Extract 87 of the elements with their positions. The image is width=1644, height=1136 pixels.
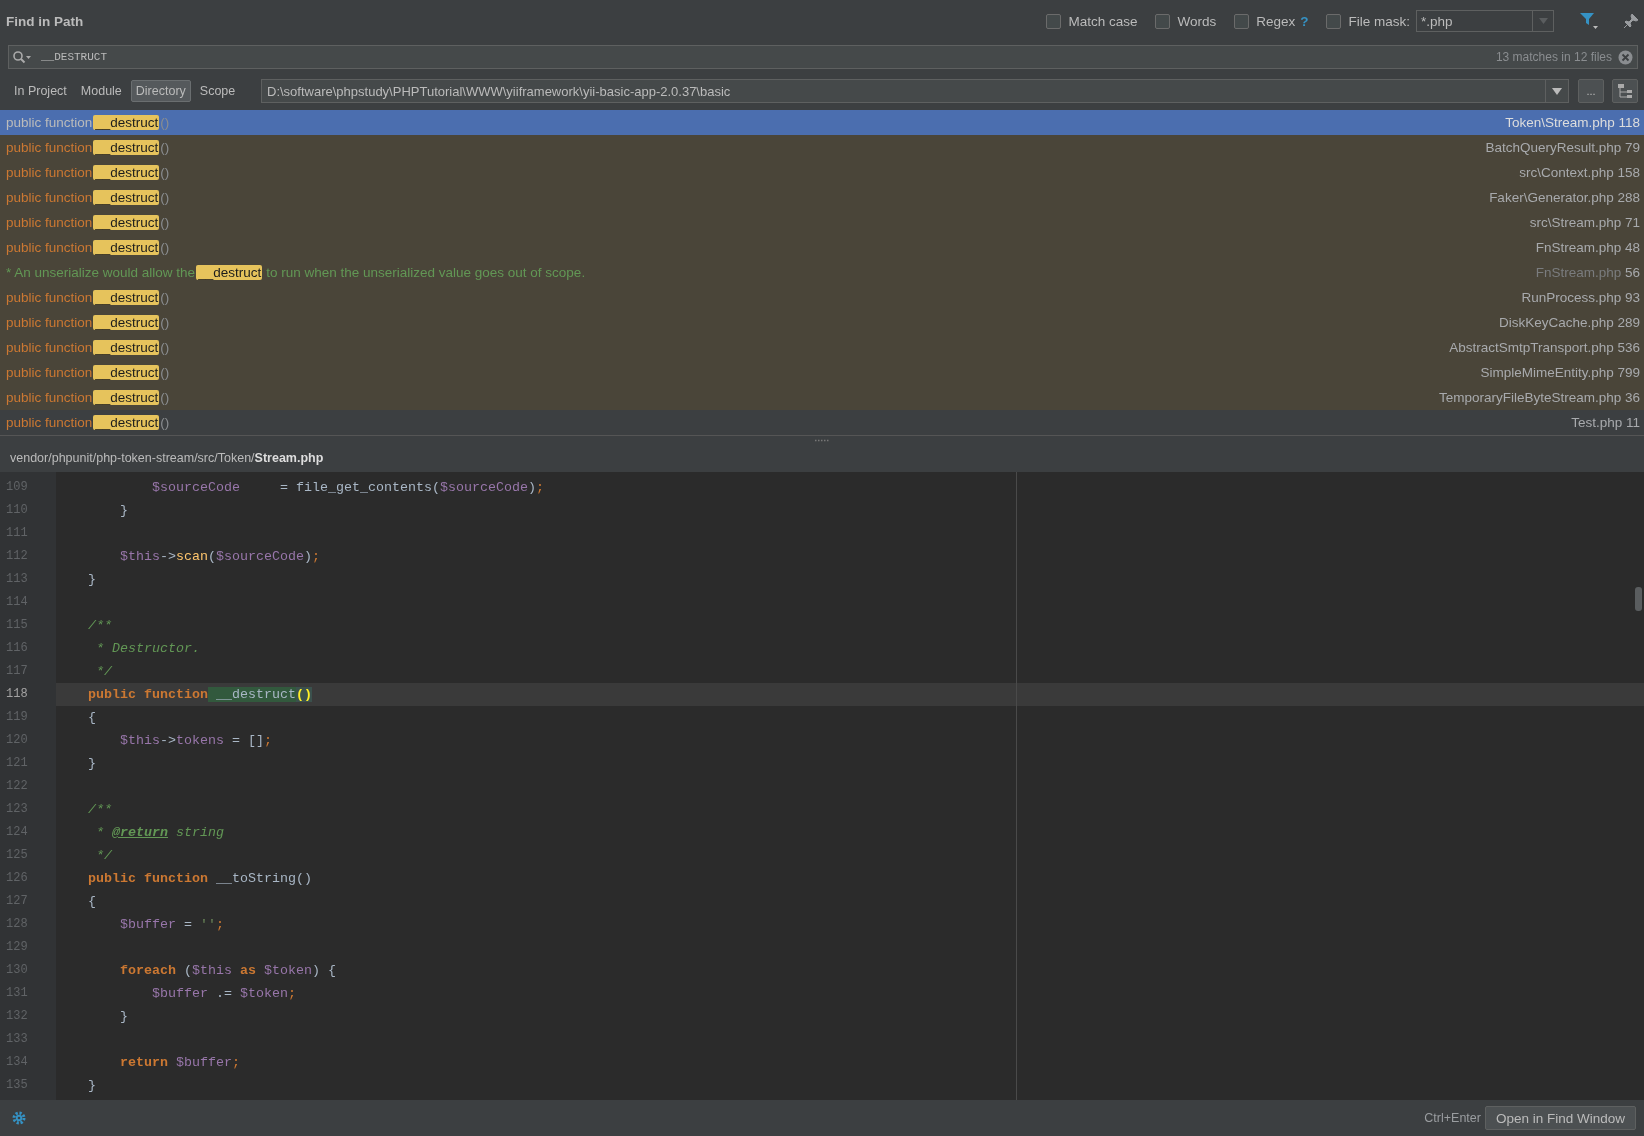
- code-line: public function __toString(): [87, 871, 312, 886]
- result-row[interactable]: public function __destruct() RunProcess.php 93: [0, 285, 1644, 310]
- code-line: }: [119, 1009, 128, 1024]
- result-location: SimpleMimeEntity.php 799: [1480, 365, 1640, 380]
- scope-tab[interactable]: In Project: [9, 80, 72, 102]
- filter-icon[interactable]: [1580, 13, 1598, 29]
- browse-button[interactable]: ...: [1578, 79, 1604, 103]
- scope-tab[interactable]: Scope: [194, 80, 241, 102]
- result-snippet: public function __destruct(): [6, 165, 170, 180]
- search-icon: [13, 50, 31, 64]
- result-snippet: public function __destruct(): [6, 315, 170, 330]
- code-line: $buffer .= $token;: [150, 986, 296, 1001]
- code-line: }: [87, 756, 96, 771]
- scope-tab[interactable]: Module: [75, 80, 127, 102]
- result-row[interactable]: public function __destruct() TemporaryFileByteStream.php 36: [0, 385, 1644, 410]
- result-snippet: public function __destruct(): [6, 290, 170, 305]
- code-line: {: [87, 894, 96, 909]
- directory-field[interactable]: D:\software\phpstudy\PHPTutorial\WWW\yiiframework\yii-basic-app-2.0.37\basic: [261, 79, 1569, 103]
- code-line: * @return string: [95, 825, 224, 840]
- result-snippet: public function __destruct(): [6, 215, 170, 230]
- tree-view-button[interactable]: [1612, 79, 1638, 103]
- code-line: $this->scan($sourceCode);: [119, 549, 320, 564]
- line-number: 118: [5, 686, 29, 703]
- result-location: DiskKeyCache.php 289: [1498, 315, 1640, 330]
- result-snippet: public function __destruct(): [6, 190, 170, 205]
- option-checkbox[interactable]: Words: [1155, 13, 1217, 29]
- result-row[interactable]: public function __destruct() src\Stream.php 71: [0, 210, 1644, 235]
- shortcut-hint: Ctrl+Enter: [1424, 1111, 1481, 1125]
- option-checkbox[interactable]: Match case: [1046, 13, 1138, 29]
- result-row[interactable]: public function __destruct() FnStream.php 48: [0, 235, 1644, 260]
- pin-icon[interactable]: [1624, 14, 1638, 28]
- code-line: * Destructor.: [95, 641, 200, 656]
- open-in-find-window-button[interactable]: Open in Find Window: [1484, 1106, 1636, 1130]
- code-line: */: [95, 848, 112, 863]
- result-location: FnStream.php 56: [1535, 265, 1640, 280]
- window-title: Find in Path: [6, 13, 84, 29]
- result-location: Token\Stream.php 118: [1505, 115, 1640, 130]
- code-line: $this->tokens = [];: [119, 733, 272, 748]
- result-row[interactable]: public function __destruct() src\Context.php 158: [0, 160, 1644, 185]
- code-line: }: [119, 503, 128, 518]
- result-location: AbstractSmtpTransport.php 536: [1449, 340, 1640, 355]
- result-snippet: public function __destruct(): [6, 415, 170, 430]
- result-location: src\Stream.php 71: [1529, 215, 1640, 230]
- code-line: /**: [87, 618, 112, 633]
- result-row[interactable]: public function __destruct() DiskKeyCache.php 289: [0, 310, 1644, 335]
- result-row[interactable]: public function __destruct() SimpleMimeEntity.php 799: [0, 360, 1644, 385]
- result-snippet: * An unserialize would allow the __destruct to run when the unserialized value goes out of scope.: [6, 265, 586, 280]
- code-line: public function __destruct(): [87, 687, 312, 702]
- option-checkbox[interactable]: Regex ?: [1234, 13, 1309, 29]
- result-snippet: public function __destruct(): [6, 340, 170, 355]
- tree-icon: [1617, 83, 1633, 99]
- file-path: vendor/phpunit/php-token-stream/src/Token/Stream.php: [10, 451, 324, 465]
- result-row[interactable]: public function __destruct() Token\Stream.php 118: [0, 110, 1644, 135]
- code-line: $sourceCode = file_get_contents($sourceCode);: [150, 480, 544, 495]
- result-location: FnStream.php 48: [1535, 240, 1640, 255]
- result-snippet: public function __destruct(): [6, 115, 170, 130]
- result-row[interactable]: public function __destruct() Faker\Generator.php 288: [0, 185, 1644, 210]
- result-location: Test.php 11: [1571, 415, 1640, 430]
- splitter-handle-icon[interactable]: [815, 438, 829, 442]
- match-count: 13 matches in 12 files: [1495, 50, 1612, 64]
- result-snippet: public function __destruct(): [6, 140, 170, 155]
- clear-icon[interactable]: [1618, 49, 1633, 65]
- scope-tab[interactable]: Directory: [130, 80, 191, 102]
- code-line: {: [87, 710, 96, 725]
- result-row[interactable]: public function __destruct() BatchQueryResult.php 79: [0, 135, 1644, 160]
- code-line: }: [87, 572, 96, 587]
- result-snippet: public function __destruct(): [6, 240, 170, 255]
- result-snippet: public function __destruct(): [6, 390, 170, 405]
- code-line: $buffer = '';: [119, 917, 224, 932]
- search-field[interactable]: __DESTRUCT 13 matches in 12 files: [8, 45, 1638, 69]
- code-line: /**: [87, 802, 112, 817]
- dropdown-arrow-icon: [1538, 18, 1548, 24]
- result-row[interactable]: public function __destruct() AbstractSmtpTransport.php 536: [0, 335, 1644, 360]
- result-location: TemporaryFileByteStream.php 36: [1438, 390, 1640, 405]
- result-row[interactable]: * An unserialize would allow the __destruct to run when the unserialized value goes out of scope. FnStream.php 56: [0, 260, 1644, 285]
- result-location: src\Context.php 158: [1519, 165, 1640, 180]
- result-location: RunProcess.php 93: [1521, 290, 1640, 305]
- dropdown-arrow-icon: [1552, 87, 1562, 95]
- code-line: }: [87, 1078, 96, 1093]
- settings-icon[interactable]: [12, 1111, 26, 1125]
- code-line: */: [95, 664, 112, 679]
- result-snippet: public function __destruct(): [6, 365, 170, 380]
- result-location: Faker\Generator.php 288: [1489, 190, 1640, 205]
- result-location: BatchQueryResult.php 79: [1485, 140, 1640, 155]
- scrollbar-thumb[interactable]: [1635, 587, 1642, 611]
- code-line: foreach ($this as $token) {: [119, 963, 336, 978]
- code-line: return $buffer;: [119, 1055, 240, 1070]
